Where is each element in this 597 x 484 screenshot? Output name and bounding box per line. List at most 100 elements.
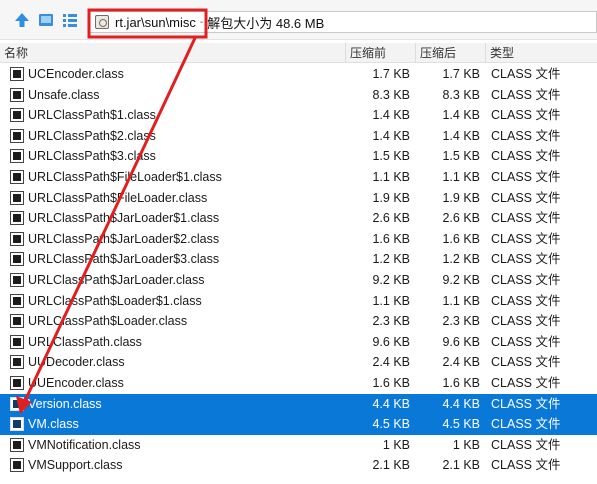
file-packed-size: 1.4 KB bbox=[372, 128, 410, 143]
file-packed-size: 2.3 KB bbox=[372, 314, 410, 329]
class-file-icon bbox=[10, 211, 24, 226]
file-packed-size: 1.4 KB bbox=[372, 108, 410, 123]
file-row[interactable]: URLClassPath$JarLoader.class 9.2 KB 9.2 KB… bbox=[0, 270, 597, 291]
file-row[interactable]: URLClassPath$Loader.class 2.3 KB 2.3 KB CLA… bbox=[0, 311, 597, 332]
file-name: VM.class bbox=[28, 417, 79, 432]
file-unpacked-size: 2.6 KB bbox=[442, 211, 480, 226]
file-packed-size: 2.6 KB bbox=[372, 211, 410, 226]
file-row[interactable]: URLClassPath$JarLoader$1.class 2.6 KB 2.6 … bbox=[0, 208, 597, 229]
file-unpacked-size: 2.3 KB bbox=[442, 314, 480, 329]
file-type: CLASS 文件 bbox=[491, 108, 561, 123]
file-name: Unsafe.class bbox=[28, 87, 100, 102]
file-name: UUEncoder.class bbox=[28, 375, 124, 390]
file-packed-size: 8.3 KB bbox=[372, 87, 410, 102]
file-type: CLASS 文件 bbox=[491, 314, 561, 329]
file-unpacked-size: 1.1 KB bbox=[442, 293, 480, 308]
file-row[interactable]: UUEncoder.class 1.6 KB 1.6 KB CLASS 文件 bbox=[0, 373, 597, 394]
file-name: URLClassPath$3.class bbox=[28, 149, 156, 164]
file-name: URLClassPath$JarLoader$3.class bbox=[28, 252, 220, 267]
class-file-icon bbox=[10, 87, 24, 102]
file-packed-size: 1.6 KB bbox=[372, 231, 410, 246]
class-file-icon bbox=[10, 128, 24, 143]
file-row[interactable]: Version.class 4.4 KB 4.4 KB CLASS 文件 bbox=[0, 393, 597, 415]
file-type: CLASS 文件 bbox=[491, 272, 561, 287]
file-packed-size: 1.2 KB bbox=[372, 252, 410, 267]
unpacked-size-info: 解包大小为 48.6 MB bbox=[207, 15, 325, 31]
file-unpacked-size: 1.2 KB bbox=[442, 252, 480, 267]
file-name: UCEncoder.class bbox=[28, 67, 124, 81]
file-type: CLASS 文件 bbox=[491, 252, 561, 267]
panel-icon[interactable] bbox=[36, 10, 56, 30]
class-file-icon bbox=[10, 417, 24, 432]
class-file-icon bbox=[10, 314, 24, 329]
file-row[interactable]: VM.class 4.5 KB 4.5 KB CLASS 文件 bbox=[0, 414, 597, 435]
file-name: URLClassPath$JarLoader$1.class bbox=[28, 211, 220, 226]
class-file-icon bbox=[10, 231, 24, 246]
column-unpacked[interactable]: 压缩后 bbox=[416, 43, 486, 63]
file-name: URLClassPath$2.class bbox=[28, 128, 156, 143]
file-row[interactable]: Unsafe.class 8.3 KB 8.3 KB CLASS 文件 bbox=[0, 85, 597, 106]
file-unpacked-size: 1.9 KB bbox=[442, 190, 480, 205]
file-type: CLASS 文件 bbox=[491, 437, 561, 452]
file-packed-size: 9.2 KB bbox=[372, 272, 410, 287]
file-row[interactable]: URLClassPath$2.class 1.4 KB 1.4 KB CLASS 文件 bbox=[0, 126, 597, 147]
path-location: rt.jar\sun\misc bbox=[115, 14, 196, 30]
column-header: 名称 压缩前 压缩后 类型 bbox=[0, 43, 597, 63]
file-row[interactable]: UUDecoder.class 2.4 KB 2.4 KB CLASS 文件 bbox=[0, 352, 597, 373]
file-unpacked-size: 1.7 KB bbox=[442, 67, 480, 81]
file-unpacked-size: 1.6 KB bbox=[442, 375, 480, 390]
file-row[interactable]: URLClassPath$1.class 1.4 KB 1.4 KB CLASS 文件 bbox=[0, 105, 597, 126]
class-file-icon bbox=[10, 334, 24, 349]
toolbar: rt.jar\sun\misc - 解包大小为 48.6 MB bbox=[0, 0, 597, 40]
file-name: URLClassPath$Loader.class bbox=[28, 314, 188, 329]
file-packed-size: 1.6 KB bbox=[372, 375, 410, 390]
column-type[interactable]: 类型 bbox=[486, 43, 597, 63]
file-row[interactable]: VMSupport.class 2.1 KB 2.1 KB CLASS 文件 bbox=[0, 455, 597, 476]
file-unpacked-size: 2.1 KB bbox=[442, 458, 480, 473]
file-name: URLClassPath$FileLoader$1.class bbox=[28, 169, 222, 184]
arrow-up-icon[interactable] bbox=[12, 10, 32, 30]
file-packed-size: 1.5 KB bbox=[372, 149, 410, 164]
file-unpacked-size: 2.4 KB bbox=[442, 355, 480, 370]
file-row[interactable]: URLClassPath$JarLoader$2.class 1.6 KB 1.6 … bbox=[0, 229, 597, 250]
file-row[interactable]: URLClassPath$FileLoader$1.class 1.1 KB 1.1… bbox=[0, 167, 597, 188]
file-type: CLASS 文件 bbox=[491, 211, 561, 226]
file-packed-size: 1.1 KB bbox=[372, 169, 410, 184]
class-file-icon bbox=[10, 252, 24, 267]
file-packed-size: 1.1 KB bbox=[372, 293, 410, 308]
list-icon[interactable] bbox=[60, 10, 80, 30]
class-file-icon bbox=[10, 272, 24, 287]
file-row[interactable]: UCEncoder.class 1.7 KB 1.7 KB CLASS 文件 bbox=[0, 64, 597, 85]
file-row[interactable]: URLClassPath.class 9.6 KB 9.6 KB CLASS 文件 bbox=[0, 332, 597, 353]
column-packed[interactable]: 压缩前 bbox=[346, 43, 416, 63]
file-type: CLASS 文件 bbox=[491, 169, 561, 184]
file-packed-size: 4.5 KB bbox=[372, 417, 410, 432]
path-separator: - bbox=[199, 16, 204, 28]
file-name: VMSupport.class bbox=[28, 458, 123, 473]
file-type: CLASS 文件 bbox=[491, 375, 561, 390]
file-row[interactable]: URLClassPath$JarLoader$3.class 1.2 KB 1.2 … bbox=[0, 249, 597, 270]
file-row[interactable]: URLClassPath$3.class 1.5 KB 1.5 KB CLASS 文件 bbox=[0, 146, 597, 167]
file-unpacked-size: 4.5 KB bbox=[442, 417, 480, 432]
class-file-icon bbox=[10, 108, 24, 123]
file-unpacked-size: 9.2 KB bbox=[442, 272, 480, 287]
file-name: URLClassPath.class bbox=[28, 334, 142, 349]
class-file-icon bbox=[10, 169, 24, 184]
archive-icon bbox=[95, 15, 109, 29]
file-row[interactable]: URLClassPath$FileLoader.class 1.9 KB 1.9 K… bbox=[0, 188, 597, 209]
file-type: CLASS 文件 bbox=[491, 458, 561, 473]
file-packed-size: 4.4 KB bbox=[372, 396, 410, 411]
column-name[interactable]: 名称 bbox=[0, 43, 346, 63]
file-type: CLASS 文件 bbox=[491, 417, 561, 432]
file-row[interactable]: URLClassPath$Loader$1.class 1.1 KB 1.1 KB C… bbox=[0, 291, 597, 312]
class-file-icon bbox=[10, 67, 24, 81]
file-packed-size: 9.6 KB bbox=[372, 334, 410, 349]
file-packed-size: 2.4 KB bbox=[372, 355, 410, 370]
file-unpacked-size: 9.6 KB bbox=[442, 334, 480, 349]
file-unpacked-size: 1 KB bbox=[452, 437, 480, 452]
class-file-icon bbox=[10, 375, 24, 390]
class-file-icon bbox=[10, 355, 24, 370]
file-type: CLASS 文件 bbox=[491, 334, 561, 349]
file-row[interactable]: VMNotification.class 1 KB 1 KB CLASS 文件 bbox=[0, 435, 597, 456]
address-bar[interactable]: rt.jar\sun\misc - 解包大小为 48.6 MB bbox=[88, 11, 597, 33]
